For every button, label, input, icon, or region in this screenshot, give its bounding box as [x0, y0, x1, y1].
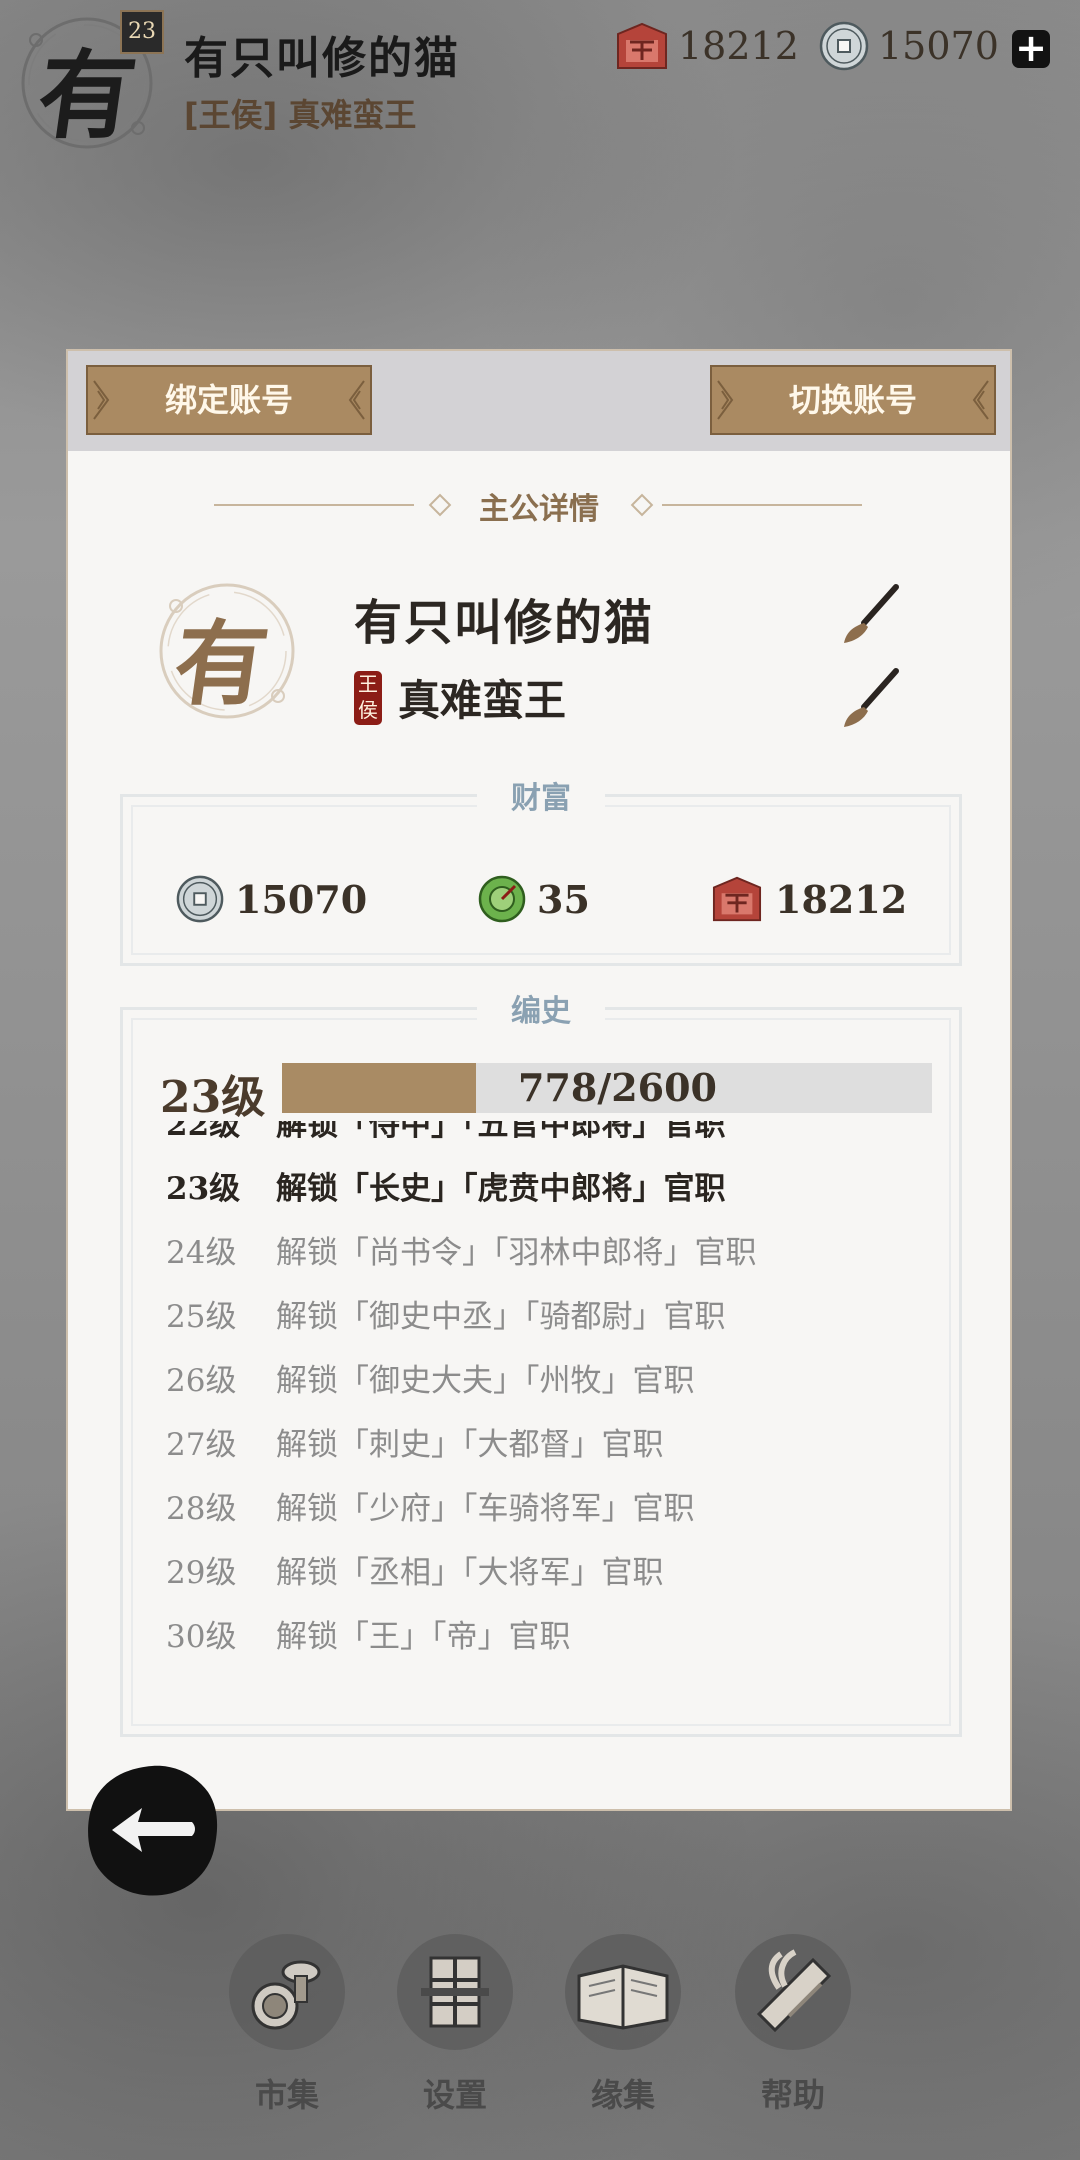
unlock-description: 解锁「丞相」「大将军」官职 — [276, 1554, 664, 1591]
unlock-row: 26级 解锁「御史大夫」「州牧」官职 — [166, 1349, 695, 1405]
avatar-character: 有 — [167, 610, 275, 718]
unlock-description: 解锁「长史」「虎贲中郎将」官职 — [276, 1170, 726, 1207]
unlock-level: 25级 — [166, 1298, 237, 1335]
level-badge: 23 — [120, 10, 164, 54]
unlock-row: 30级 解锁「王」「帝」官职 — [166, 1605, 571, 1661]
profile-title: 真难蛮王 — [398, 676, 567, 725]
button-ornament-icon — [717, 380, 734, 420]
profile-name: 有只叫修的猫 — [354, 595, 655, 651]
panel-toolbar: 绑定账号 切换账号 — [68, 351, 1010, 451]
nav-settings[interactable]: 设置 — [390, 1928, 520, 2118]
profile-avatar[interactable]: 有 — [152, 576, 302, 726]
market-icon — [229, 1934, 345, 2050]
button-ornament-icon — [972, 380, 989, 420]
wealth-value: 35 — [537, 876, 590, 922]
title-divider-right — [662, 504, 862, 506]
unlock-row: 28级 解锁「少府」「车骑将军」官职 — [166, 1477, 695, 1533]
unlock-level: 22级 — [166, 1121, 241, 1143]
unlock-description: 解锁「刺史」「大都督」官职 — [276, 1426, 664, 1463]
wealth-frame: 财富 15070 35 18212 — [120, 773, 962, 966]
jade-orb-icon — [478, 875, 526, 923]
settings-icon — [397, 1934, 513, 2050]
copper-coin-icon — [176, 875, 224, 923]
unlock-row: 27级 解锁「刺史」「大都督」官职 — [166, 1413, 664, 1469]
nav-label: 帮助 — [760, 2076, 825, 2114]
nav-collection[interactable]: 缘集 — [558, 1928, 688, 2118]
button-ornament-icon — [93, 380, 110, 420]
wealth-jade: 35 — [477, 873, 590, 925]
seal-text: 王侯 — [358, 672, 378, 722]
unlock-level: 29级 — [166, 1554, 237, 1591]
bind-account-button[interactable]: 绑定账号 — [86, 365, 372, 435]
unlock-row: 23级 解锁「长史」「虎贲中郎将」官职 — [166, 1157, 726, 1213]
unlock-level: 23级 — [166, 1170, 241, 1207]
level-progress-bar: 778/2600 — [282, 1063, 932, 1113]
nav-label: 缘集 — [590, 2076, 655, 2114]
unlock-level: 26级 — [166, 1362, 237, 1399]
unlock-level: 30级 — [166, 1618, 237, 1655]
copper-coin-icon — [819, 21, 869, 71]
switch-account-label: 切换账号 — [788, 381, 917, 419]
red-gate-icon — [712, 876, 762, 922]
wealth-label: 财富 — [477, 773, 605, 817]
unlock-description: 解锁「王」「帝」官职 — [276, 1618, 571, 1655]
red-gate-icon — [617, 22, 667, 69]
currency-value: 15070 — [878, 24, 999, 68]
lord-details-panel: 绑定账号 切换账号 主公详情 有 有只叫修的猫 王侯 真难蛮王 财富 15070… — [66, 349, 1012, 1811]
wealth-value: 18212 — [775, 876, 908, 922]
player-title: [王侯] 真难蛮王 — [184, 96, 417, 134]
unlock-level: 28级 — [166, 1490, 237, 1527]
back-arrow-button[interactable] — [84, 1762, 220, 1898]
switch-account-button[interactable]: 切换账号 — [710, 365, 996, 435]
scroll-help-icon — [735, 1934, 851, 2050]
bind-account-label: 绑定账号 — [164, 381, 293, 419]
player-name: 有只叫修的猫 — [184, 33, 460, 84]
edit-name-brush-icon[interactable] — [838, 583, 902, 647]
unlock-row: 25级 解锁「御史中丞」「骑都尉」官职 — [166, 1285, 726, 1341]
nav-label: 市集 — [254, 2076, 319, 2114]
unlock-row: 24级 解锁「尚书令」「羽林中郎将」官职 — [166, 1221, 757, 1277]
unlock-description: 解锁「尚书令」「羽林中郎将」官职 — [276, 1234, 757, 1271]
section-title: 主公详情 — [479, 492, 599, 527]
button-ornament-icon — [348, 380, 365, 420]
nav-help[interactable]: 帮助 — [728, 1928, 858, 2118]
unlock-description: 解锁「御史中丞」「骑都尉」官职 — [276, 1298, 726, 1335]
wealth-copper: 15070 — [175, 873, 367, 925]
wealth-value: 15070 — [235, 876, 368, 922]
current-level: 23级 — [160, 1072, 266, 1123]
currency-value: 18212 — [678, 24, 799, 68]
book-icon — [565, 1934, 681, 2050]
currency-copper: 15070 — [818, 20, 999, 72]
unlock-row: 22级 解锁「侍中」「五官中郎将」官职 — [166, 1121, 726, 1149]
unlock-description: 解锁「少府」「车骑将军」官职 — [276, 1490, 695, 1527]
unlock-level: 24级 — [166, 1234, 237, 1271]
rank-seal: 王侯 — [354, 671, 382, 725]
currency-red-gate: 18212 — [614, 20, 799, 72]
unlock-level: 27级 — [166, 1426, 237, 1463]
edit-title-brush-icon[interactable] — [838, 667, 902, 731]
wealth-red-gate: 18212 — [709, 873, 907, 925]
nav-label: 设置 — [422, 2076, 487, 2114]
progress-fill — [282, 1063, 477, 1113]
unlock-description: 解锁「侍中」「五官中郎将」官职 — [276, 1121, 726, 1143]
nav-market[interactable]: 市集 — [222, 1928, 352, 2118]
add-currency-button[interactable]: + — [1012, 29, 1050, 68]
unlock-list[interactable]: 22级 解锁「侍中」「五官中郎将」官职 23级 解锁「长史」「虎贲中郎将」官职 24级解… — [166, 1121, 926, 1701]
history-label: 编史 — [477, 986, 605, 1030]
progress-text: 778/2600 — [518, 1065, 717, 1110]
unlock-row: 29级 解锁「丞相」「大将军」官职 — [166, 1541, 664, 1597]
unlock-description: 解锁「御史大夫」「州牧」官职 — [276, 1362, 695, 1399]
